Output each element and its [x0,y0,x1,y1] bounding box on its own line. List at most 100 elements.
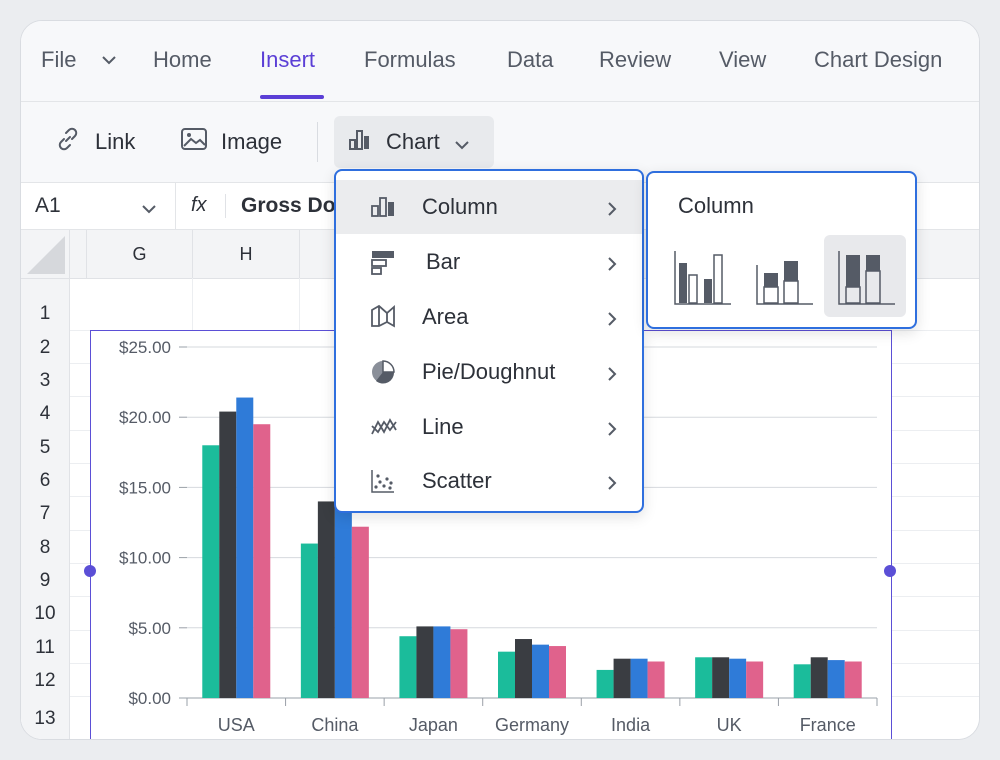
row-header[interactable]: 1 [21,279,70,331]
chart-bar [300,543,318,698]
row-header[interactable]: 5 [21,430,70,464]
menu-formulas[interactable]: Formulas [364,47,456,73]
100-percent-stacked-column-option[interactable] [824,235,906,317]
chart-button[interactable]: Chart [334,116,494,168]
menu-item-label: Column [422,194,498,219]
menu-item-column[interactable]: Column [336,180,642,234]
row-header[interactable]: 12 [21,663,70,697]
resize-handle-right[interactable] [884,565,896,577]
row-header[interactable]: 3 [21,363,70,397]
image-icon [181,128,221,156]
row-header[interactable]: 9 [21,563,70,597]
chevron-right-icon [606,417,618,443]
menu-item-area[interactable]: Area [336,290,642,344]
menu-item-label: Pie/Doughnut [422,359,556,384]
chevron-right-icon [606,197,618,223]
formula-separator [225,194,226,218]
formula-input[interactable]: Gross Do [241,194,336,218]
chart-bar [219,411,237,698]
row-header[interactable]: 10 [21,596,70,631]
menu-data[interactable]: Data [507,47,553,73]
chevron-right-icon [606,252,618,278]
image-label: Image [221,129,283,154]
chart-bar [416,626,434,698]
menu-item-label: Bar [426,249,461,274]
menu-item-label: Area [422,304,469,329]
submenu-title: Column [678,193,754,218]
menu-item-label: Scatter [422,468,492,493]
name-box[interactable]: A1 [21,183,176,229]
chart-bar [549,646,566,698]
chart-bar [202,445,220,698]
menu-item-bar[interactable]: Bar [336,235,642,289]
bar-chart-icon [370,249,398,281]
column-header[interactable] [70,230,87,279]
stacked-column-option[interactable] [744,235,826,317]
link-button[interactable]: Link [55,116,135,168]
function-icon[interactable]: fx [191,194,207,217]
menu-view[interactable]: View [719,47,766,73]
chevron-down-icon[interactable] [141,197,157,221]
chart-bar [613,658,631,698]
x-tick-label: India [611,715,651,735]
menu-insert[interactable]: Insert [260,47,315,73]
scatter-chart-icon [370,468,396,500]
chevron-right-icon [606,471,618,497]
row-header[interactable]: 7 [21,496,70,531]
image-button[interactable]: Image [181,116,282,168]
x-tick-label: China [311,715,359,735]
area-chart-icon [370,304,396,336]
chart-bar [695,657,713,698]
menu-file[interactable]: File [41,47,76,73]
link-label: Link [95,129,136,154]
column-submenu: Column [646,171,917,329]
menu-item-line[interactable]: Line [336,400,642,454]
chart-bar [515,639,532,698]
clustered-column-option[interactable] [664,235,746,317]
row-header[interactable]: 4 [21,396,70,431]
clustered-column-icon [674,251,732,310]
chart-bar [810,657,828,698]
row-header[interactable]: 2 [21,330,70,364]
row-header[interactable]: 13 [21,696,70,739]
select-all-corner[interactable] [21,230,70,279]
y-tick-label: $10.00 [119,549,171,568]
chart-bar [334,501,352,698]
menu-home[interactable]: Home [153,47,212,73]
menu-item-label: Line [422,414,464,439]
cell-reference: A1 [35,194,61,217]
stacked-column-icon [756,251,814,310]
column-header-g[interactable]: G [87,230,193,279]
resize-handle-left[interactable] [84,565,96,577]
row-header[interactable]: 11 [21,630,70,664]
x-tick-label: Germany [495,715,569,735]
link-icon [55,126,95,158]
chart-bar [712,657,730,698]
column-chart-icon [348,128,386,156]
chart-bar [399,636,417,698]
menu-item-pie-doughnut[interactable]: Pie/Doughnut [336,345,642,399]
x-tick-label: UK [717,715,742,735]
active-tab-indicator [260,95,324,99]
column-chart-icon [370,194,396,224]
100-percent-stacked-column-icon [838,251,896,310]
menu-item-scatter[interactable]: Scatter [336,454,642,508]
chart-bar [844,661,862,698]
pie-chart-icon [370,359,396,391]
chart-bar [236,397,254,698]
chart-bar [746,661,764,698]
chart-bar [317,501,335,698]
row-header[interactable]: 8 [21,530,70,564]
row-header[interactable]: 6 [21,463,70,497]
x-tick-label: USA [218,715,255,735]
chart-bar [827,660,845,698]
column-header-h[interactable]: H [193,230,300,279]
line-chart-icon [370,414,398,446]
chevron-down-icon[interactable] [101,53,117,71]
chevron-down-icon [454,131,484,157]
menu-review[interactable]: Review [599,47,671,73]
app-window: File Home Insert Formulas Data Review Vi… [20,20,980,740]
chart-bar [630,658,648,698]
menu-chart-design[interactable]: Chart Design [814,47,942,73]
x-tick-label: France [800,715,856,735]
